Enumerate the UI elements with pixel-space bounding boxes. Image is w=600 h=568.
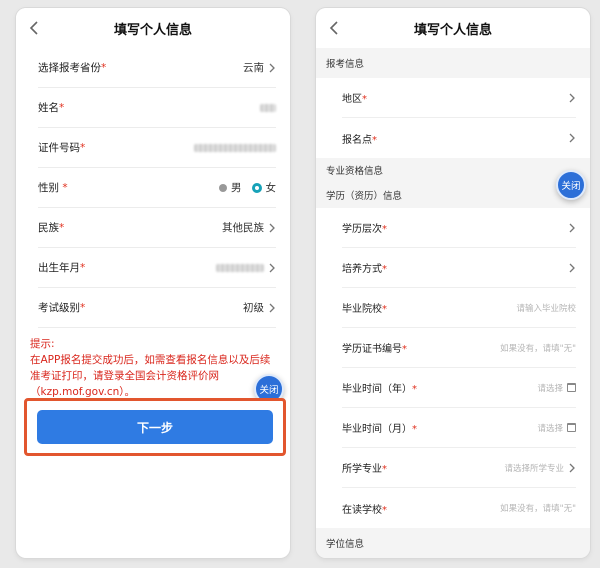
page-title: 填写个人信息 — [413, 22, 492, 38]
nav-bar: 填写个人信息 — [16, 8, 290, 48]
section-exam-info: 报考信息 — [316, 48, 590, 78]
graduation-month-row[interactable]: 毕业时间（月）* 请选择 — [342, 408, 576, 448]
nav-bar: 填写个人信息 — [316, 8, 590, 48]
region-row[interactable]: 地区* — [342, 78, 576, 118]
tip-box: 提示: 在APP报名提交成功后，如需查看报名信息以及后续准考证打印，请登录全国会… — [30, 336, 276, 400]
region-label: 地区 — [342, 94, 362, 105]
birth-date-label: 出生年月 — [38, 262, 80, 274]
current-school-input[interactable]: 如果没有，请填"无" — [500, 502, 576, 514]
left-screen: 填写个人信息 选择报考省份* 云南 姓名* 证件号码* 性别 * 男 女 民族*… — [16, 8, 290, 558]
current-school-row[interactable]: 在读学校* 如果没有，请填"无" — [342, 488, 576, 528]
certificate-number-input[interactable]: 如果没有，请填"无" — [500, 342, 576, 354]
current-school-label: 在读学校 — [342, 504, 382, 516]
required-mark: * — [62, 182, 68, 194]
section-qualification-info: 专业资格信息 — [316, 158, 590, 182]
province-row[interactable]: 选择报考省份* 云南 — [38, 48, 276, 88]
chevron-right-icon — [269, 223, 275, 232]
back-chevron-icon[interactable] — [324, 18, 344, 38]
back-chevron-icon[interactable] — [24, 18, 44, 38]
calendar-icon — [567, 383, 576, 392]
required-mark: * — [412, 384, 417, 395]
education-group: 学历层次* 培养方式* 毕业院校* 请输入毕业院校 学历证书编号* 如果没有，请… — [316, 208, 590, 528]
province-value: 云南 — [243, 62, 264, 74]
gender-row: 性别 * 男 女 — [38, 168, 276, 208]
name-row[interactable]: 姓名* — [38, 88, 276, 128]
next-step-button[interactable]: 下一步 — [37, 410, 273, 444]
radio-unselected-icon — [219, 183, 227, 192]
required-mark: * — [362, 94, 367, 105]
gender-label: 性别 — [38, 182, 59, 194]
id-number-row[interactable]: 证件号码* — [38, 128, 276, 168]
major-label: 所学专业 — [342, 464, 382, 475]
exam-level-value: 初级 — [243, 302, 264, 314]
section-education-info: 学历（资历）信息 — [316, 182, 590, 208]
section-degree-info: 学位信息 — [316, 528, 590, 558]
graduation-year-row[interactable]: 毕业时间（年）* 请选择 — [342, 368, 576, 408]
required-mark: * — [382, 224, 387, 235]
radio-selected-icon — [251, 182, 262, 193]
graduate-school-label: 毕业院校 — [342, 304, 382, 315]
required-mark: * — [382, 464, 387, 475]
chevron-right-icon — [569, 463, 575, 472]
certificate-number-label: 学历证书编号 — [342, 344, 402, 355]
ethnicity-value: 其他民族 — [222, 222, 264, 234]
required-mark: * — [59, 222, 65, 234]
close-button[interactable]: 关闭 — [556, 170, 586, 200]
name-label: 姓名 — [38, 102, 59, 114]
name-value-redacted — [260, 103, 276, 112]
chevron-right-icon — [569, 223, 575, 232]
required-mark: * — [101, 62, 107, 74]
id-number-value-redacted — [194, 143, 276, 152]
graduation-month-label: 毕业时间（月） — [342, 424, 412, 435]
required-mark: * — [80, 142, 86, 154]
tip-title: 提示: — [30, 338, 55, 350]
graduation-year-picker[interactable]: 请选择 — [537, 382, 563, 394]
province-label: 选择报考省份 — [38, 62, 101, 74]
chevron-right-icon — [269, 63, 275, 72]
exam-level-row[interactable]: 考试级别* 初级 — [38, 288, 276, 328]
required-mark: * — [382, 264, 387, 275]
registration-site-row[interactable]: 报名点* — [342, 118, 576, 158]
ethnicity-row[interactable]: 民族* 其他民族 — [38, 208, 276, 248]
chevron-right-icon — [269, 303, 275, 312]
graduation-month-picker[interactable]: 请选择 — [537, 422, 563, 434]
required-mark: * — [372, 134, 377, 146]
ethnicity-label: 民族 — [38, 222, 59, 234]
training-mode-label: 培养方式 — [342, 264, 382, 275]
required-mark: * — [80, 302, 86, 314]
education-level-label: 学历层次 — [342, 224, 382, 235]
gender-male-radio[interactable]: 男 — [219, 180, 242, 195]
required-mark: * — [382, 304, 387, 315]
registration-site-label: 报名点 — [342, 134, 372, 146]
required-mark: * — [402, 344, 407, 355]
id-number-label: 证件号码 — [38, 142, 80, 154]
graduate-school-input[interactable]: 请输入毕业院校 — [516, 302, 576, 314]
page-title: 填写个人信息 — [113, 22, 192, 38]
required-mark: * — [59, 102, 65, 114]
major-picker[interactable]: 请选择所学专业 — [504, 462, 564, 474]
graduation-year-label: 毕业时间（年） — [342, 384, 412, 395]
right-screen: 填写个人信息 报考信息 地区* 报名点* 专业资格信息 学历（资历）信息 关闭 … — [316, 8, 590, 558]
birth-date-value-redacted — [216, 263, 264, 272]
chevron-right-icon — [569, 93, 575, 102]
gender-radio-group: 男 女 — [219, 180, 276, 195]
required-mark: * — [382, 504, 387, 516]
graduate-school-row[interactable]: 毕业院校* 请输入毕业院校 — [342, 288, 576, 328]
next-button-highlight: 下一步 — [24, 398, 286, 456]
required-mark: * — [412, 424, 417, 435]
chevron-right-icon — [269, 263, 275, 272]
education-level-row[interactable]: 学历层次* — [342, 208, 576, 248]
required-mark: * — [80, 262, 86, 274]
exam-info-group: 地区* 报名点* — [316, 78, 590, 158]
certificate-number-row[interactable]: 学历证书编号* 如果没有，请填"无" — [342, 328, 576, 368]
birth-date-row[interactable]: 出生年月* — [38, 248, 276, 288]
tip-body: 在APP报名提交成功后，如需查看报名信息以及后续准考证打印，请登录全国会计资格评… — [30, 354, 271, 398]
exam-level-label: 考试级别 — [38, 302, 80, 314]
chevron-right-icon — [569, 263, 575, 272]
major-row[interactable]: 所学专业* 请选择所学专业 — [342, 448, 576, 488]
gender-female-radio[interactable]: 女 — [251, 180, 276, 195]
training-mode-row[interactable]: 培养方式* — [342, 248, 576, 288]
chevron-right-icon — [569, 133, 575, 143]
calendar-icon — [567, 423, 576, 432]
